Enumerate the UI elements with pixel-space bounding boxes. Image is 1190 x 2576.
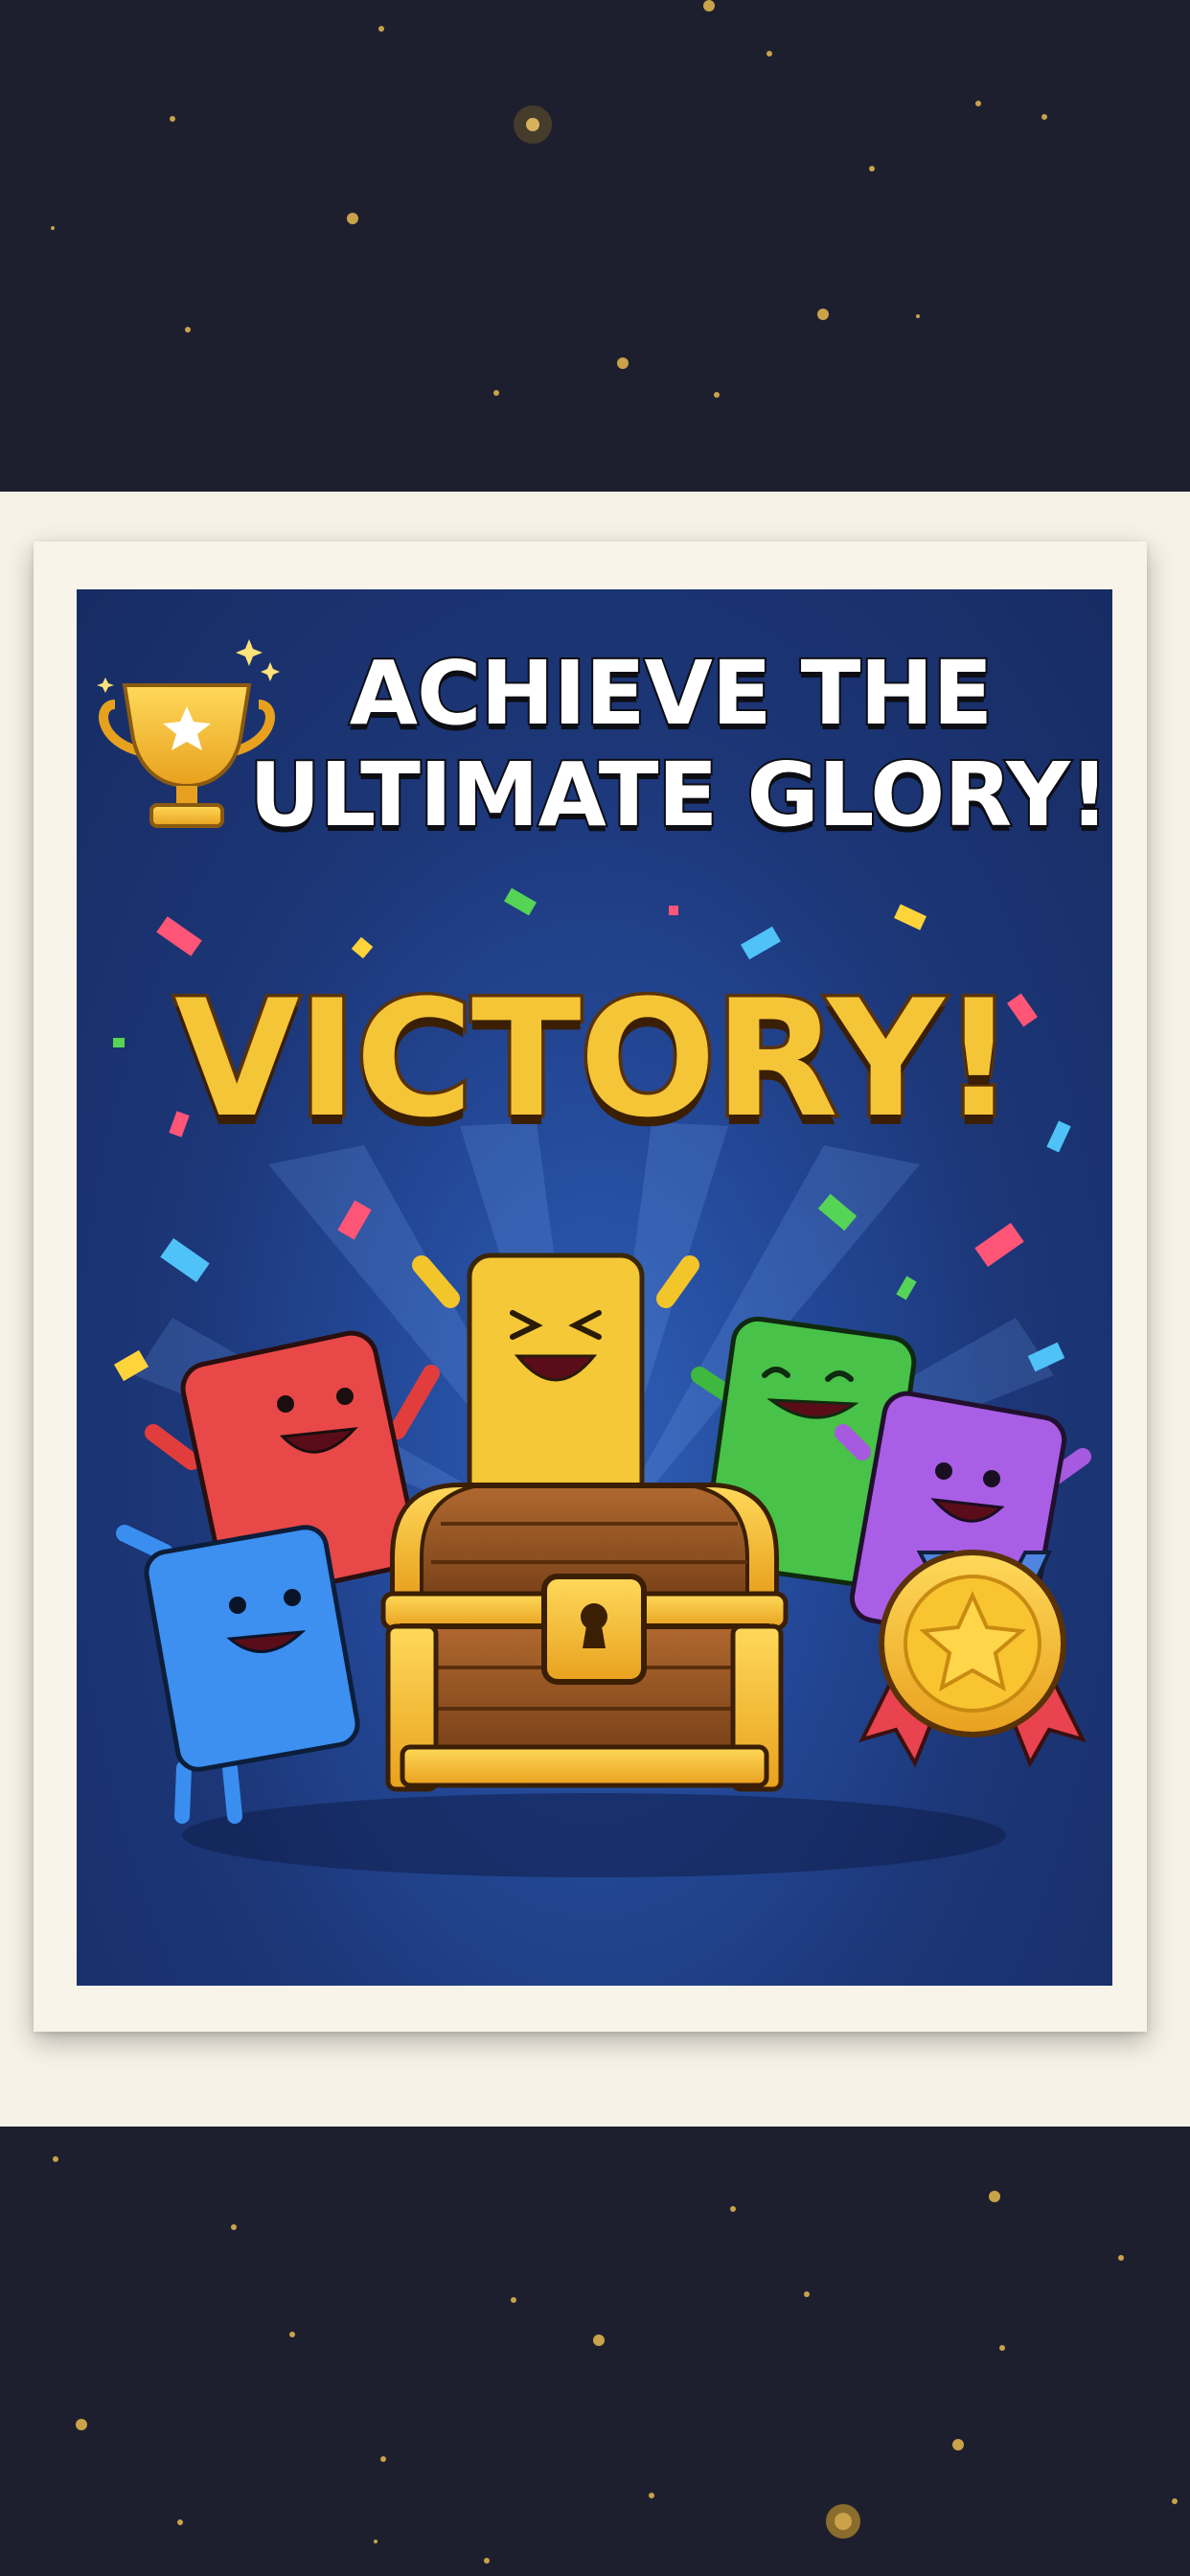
blue-block-character (116, 1525, 360, 1824)
headline-line-1: ACHIEVE THE (348, 641, 995, 747)
treasure-chest-icon (380, 1483, 789, 1792)
victory-title: VICTORY! (172, 965, 1019, 1153)
victory-poster: ACHIEVE THE ULTIMATE GLORY! VICTORY! (77, 589, 1112, 1986)
headline-line-2: ULTIMATE GLORY! (247, 743, 1111, 848)
headline: ACHIEVE THE ULTIMATE GLORY! (247, 641, 1111, 848)
game-screen: ACHIEVE THE ULTIMATE GLORY! VICTORY! (0, 0, 1190, 2576)
ground-shadow (182, 1793, 1006, 1877)
